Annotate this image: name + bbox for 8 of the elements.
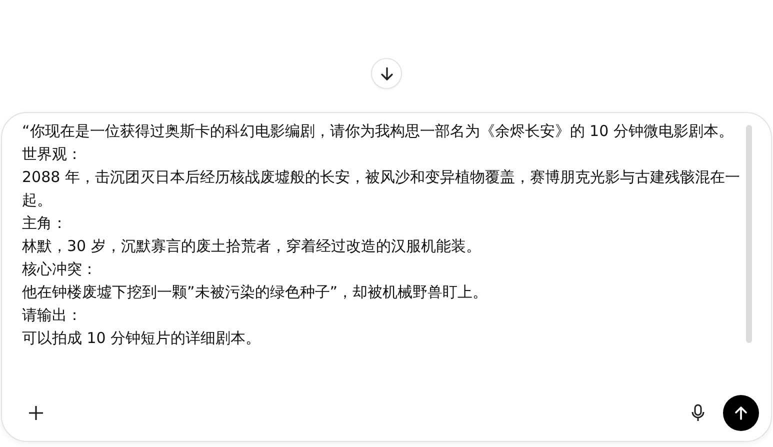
plus-icon <box>28 405 44 421</box>
microphone-icon <box>691 404 705 422</box>
up-arrow-icon <box>733 405 749 421</box>
send-button[interactable] <box>723 395 759 431</box>
scrollbar-thumb[interactable] <box>746 125 752 343</box>
scroll-down-button[interactable] <box>371 58 402 89</box>
prompt-input[interactable]: “你现在是一位获得过奥斯卡的科幻电影编剧，请你为我构思一部名为《余烬长安》的 10 分钟微电影剧本。 世界观： 2088 年，击沉团灭日本后经历核战废墟般的长安，被风沙和变异植物覆盖，赛博朋克光影与古建残骸混在一起。 主角： 林默，30 岁，沉默寡言的废土拾荒者，穿着经过改造的汉服机能装。 核心冲突： 他在钟楼废墟下挖到一颗”未被污染的绿色种子”，却被机械野兽盯上。 请输出： 可以拍成 10 分钟短片的详细剧本。 <box>2 113 744 385</box>
down-arrow-icon <box>378 66 394 82</box>
